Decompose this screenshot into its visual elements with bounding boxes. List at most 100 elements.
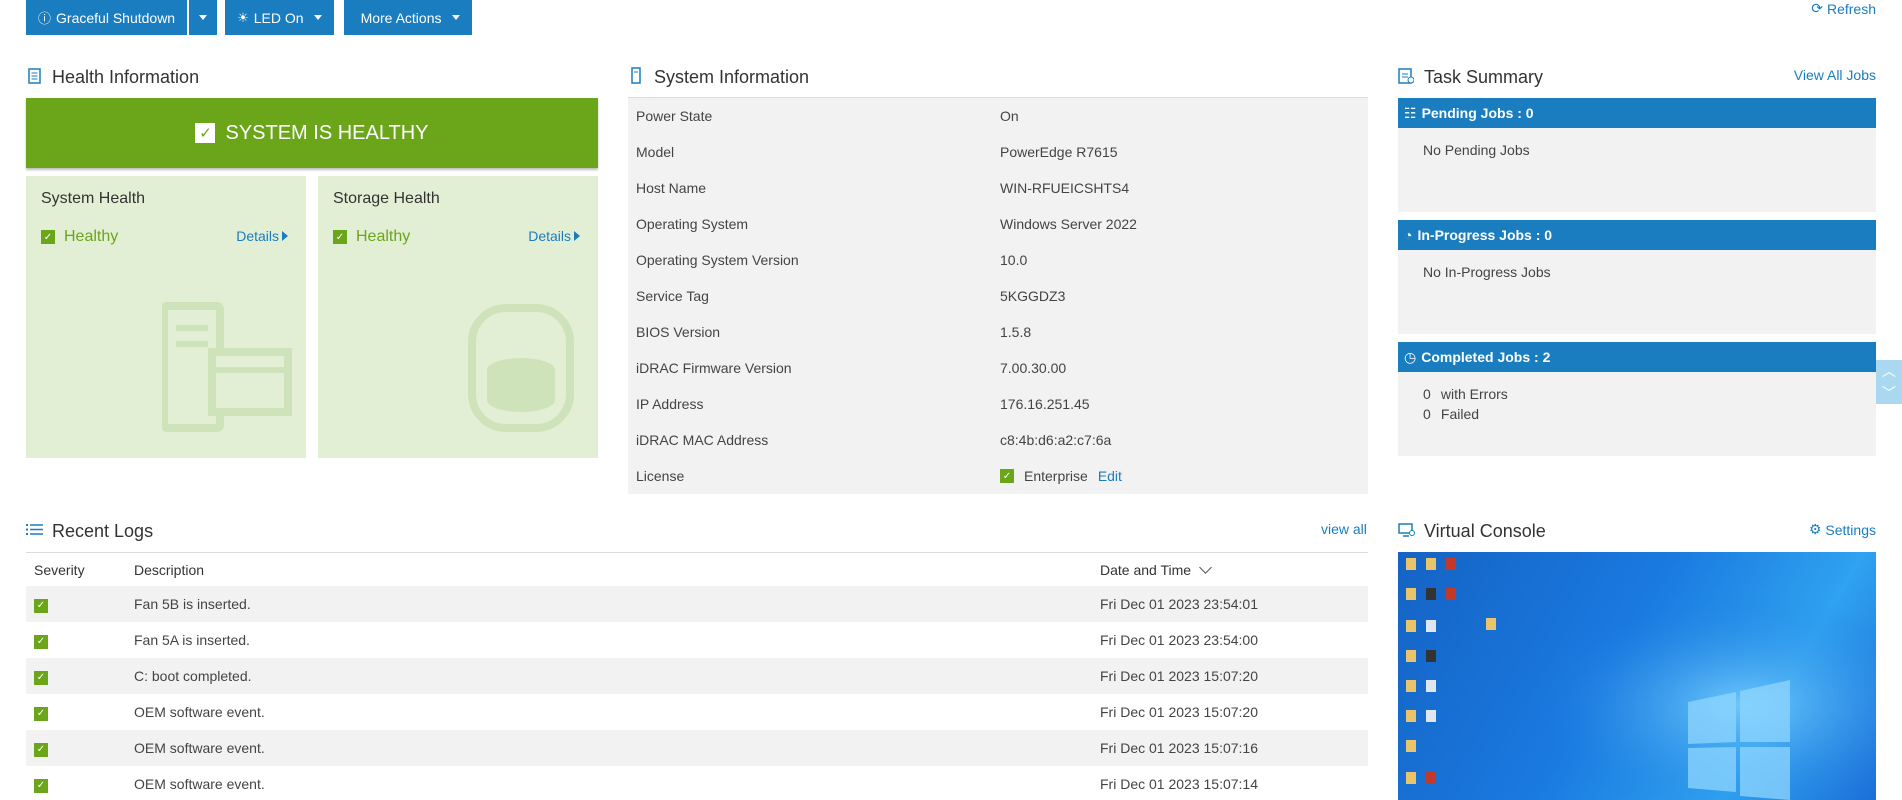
info-value: Windows Server 2022: [1000, 216, 1137, 232]
license-text: Enterprise: [1024, 468, 1088, 484]
description-cell: Fan 5A is inserted.: [134, 632, 250, 648]
storage-watermark-icon: [468, 304, 574, 432]
scroll-down-icon[interactable]: ﹀: [1882, 383, 1896, 403]
inprogress-header-text: In-Progress Jobs : 0: [1417, 227, 1553, 243]
severity-cell: ✓: [26, 739, 134, 757]
info-row: Power State On: [628, 98, 1368, 134]
banner-text: SYSTEM IS HEALTHY: [225, 121, 429, 144]
monitor-icon: [1398, 522, 1415, 541]
check-icon: ✓: [34, 742, 48, 757]
details-label: Details: [236, 228, 279, 244]
inprogress-jobs-header[interactable]: ◔ In-Progress Jobs : 0: [1398, 220, 1876, 250]
windows-desktop-wallpaper: [1398, 552, 1876, 800]
document-icon: [26, 67, 42, 88]
failed-label: Failed: [1440, 406, 1480, 422]
refresh-link[interactable]: ⟳ Refresh: [1811, 0, 1876, 17]
description-cell: Fan 5B is inserted.: [134, 596, 251, 612]
info-row: Service Tag 5KGGDZ3: [628, 278, 1368, 314]
info-value: c8:4b:d6:a2:c7:6a: [1000, 432, 1112, 448]
date-cell: Fri Dec 01 2023 23:54:01: [1100, 596, 1258, 612]
caret-down-icon: [313, 15, 322, 20]
info-value: 7.00.30.00: [1000, 360, 1067, 376]
info-label: Operating System: [636, 216, 749, 232]
inprogress-jobs-text: No In-Progress Jobs: [1423, 264, 1551, 280]
status-indicator: ✓ Healthy: [41, 228, 118, 246]
graceful-shutdown-label: Graceful Shutdown: [56, 9, 176, 26]
task-section-title: Task Summary: [1398, 67, 1543, 88]
server-tower-icon: [628, 67, 644, 88]
info-label: Operating System Version: [636, 252, 799, 268]
more-actions-label: More Actions: [360, 9, 442, 26]
view-all-logs-link[interactable]: view all: [1321, 521, 1367, 537]
info-value: 1.5.8: [1000, 324, 1032, 340]
table-row: ✓ Fan 5A is inserted. Fri Dec 01 2023 23:5…: [26, 622, 1368, 658]
license-edit-link[interactable]: Edit: [1098, 468, 1122, 484]
action-toolbar: ⓘ Graceful Shutdown ☀ LED On More Action…: [26, 0, 472, 36]
check-icon: ✓: [34, 670, 48, 685]
pending-jobs-panel: ☷ Pending Jobs : 0 No Pending Jobs: [1398, 98, 1876, 212]
completed-jobs-header[interactable]: ◷ Completed Jobs : 2: [1398, 342, 1876, 372]
date-cell: Fri Dec 01 2023 15:07:20: [1100, 704, 1258, 720]
table-row: ✓ C: boot completed. Fri Dec 01 2023 15:07…: [26, 658, 1368, 694]
description-cell: OEM software event.: [134, 776, 265, 792]
card-title: System Health: [41, 190, 146, 207]
caret-down-icon: [199, 15, 208, 20]
table-row: ✓ OEM software event. Fri Dec 01 2023 15:0…: [26, 766, 1368, 800]
refresh-label: Refresh: [1826, 0, 1876, 17]
storage-health-card: Storage Health ✓ Healthy Details: [318, 176, 598, 458]
gear-icon: ⚙: [1808, 521, 1822, 537]
led-sun-icon: ☀: [237, 9, 249, 25]
pending-header-text: Pending Jobs : 0: [1421, 105, 1534, 121]
check-icon: ✓: [34, 778, 48, 793]
severity-cell: ✓: [26, 775, 134, 793]
date-header[interactable]: Date and Time: [1100, 560, 1368, 578]
info-value: WIN-RFUEICSHTS4: [1000, 180, 1130, 196]
recent-logs-table: Severity Description Date and Time ✓ Fan …: [26, 552, 1368, 800]
virtual-console-preview[interactable]: [1398, 552, 1876, 800]
license-value: ✓ Enterprise Edit: [1000, 468, 1122, 484]
info-row: IP Address 176.16.251.45: [628, 386, 1368, 422]
description-cell: OEM software event.: [134, 704, 265, 720]
list-icon: [26, 523, 43, 540]
console-title-text: Virtual Console: [1424, 521, 1546, 541]
refresh-icon: ⟳: [1811, 0, 1823, 16]
status-text: Healthy: [64, 228, 119, 245]
system-health-details-link[interactable]: Details: [236, 228, 288, 244]
status-indicator: ✓ Healthy: [333, 228, 410, 246]
table-body: ✓ Fan 5B is inserted. Fri Dec 01 2023 23:5…: [26, 586, 1368, 800]
more-actions-button[interactable]: More Actions: [343, 0, 472, 35]
info-label: Host Name: [636, 180, 707, 196]
info-label: iDRAC MAC Address: [636, 432, 769, 448]
check-icon: ✓: [333, 230, 347, 244]
check-icon: ✓: [1000, 469, 1014, 483]
info-row: Operating System Version 10.0: [628, 242, 1368, 278]
sort-chevron-icon: [1199, 560, 1212, 574]
graceful-shutdown-button[interactable]: ⓘ Graceful Shutdown: [26, 0, 188, 35]
system-title-text: System Information: [654, 67, 810, 87]
console-settings-link[interactable]: ⚙ Settings: [1809, 521, 1876, 538]
info-label: BIOS Version: [636, 324, 721, 340]
scroll-up-icon[interactable]: ︿: [1882, 361, 1896, 381]
storage-health-details-link[interactable]: Details: [528, 228, 580, 244]
caret-right-icon: [282, 231, 288, 241]
info-row: BIOS Version 1.5.8: [628, 314, 1368, 350]
led-on-button[interactable]: ☀ LED On: [225, 0, 334, 35]
logs-section-title: Recent Logs: [26, 521, 153, 542]
scroll-controls: ︿ ﹀: [1876, 360, 1902, 404]
table-row: ✓ Fan 5B is inserted. Fri Dec 01 2023 23:5…: [26, 586, 1368, 622]
description-cell: OEM software event.: [134, 740, 265, 756]
description-header: Description: [134, 561, 205, 578]
info-row: Model PowerEdge R7615: [628, 134, 1368, 170]
severity-cell: ✓: [26, 631, 134, 649]
pending-jobs-header[interactable]: ☷ Pending Jobs : 0: [1398, 98, 1876, 128]
completed-jobs-stats: 0 with Errors 0 Failed: [1398, 372, 1876, 424]
severity-cell: ✓: [26, 703, 134, 721]
severity-cell: ✓: [26, 667, 134, 685]
view-all-jobs-link[interactable]: View All Jobs: [1794, 67, 1876, 83]
info-value: 176.16.251.45: [1000, 396, 1090, 412]
date-cell: Fri Dec 01 2023 15:07:14: [1100, 776, 1258, 792]
info-row: iDRAC Firmware Version 7.00.30.00: [628, 350, 1368, 386]
table-row: ✓ OEM software event. Fri Dec 01 2023 15:0…: [26, 694, 1368, 730]
shutdown-options-dropdown[interactable]: [188, 0, 218, 35]
info-row: iDRAC MAC Address c8:4b:d6:a2:c7:6a: [628, 422, 1368, 458]
